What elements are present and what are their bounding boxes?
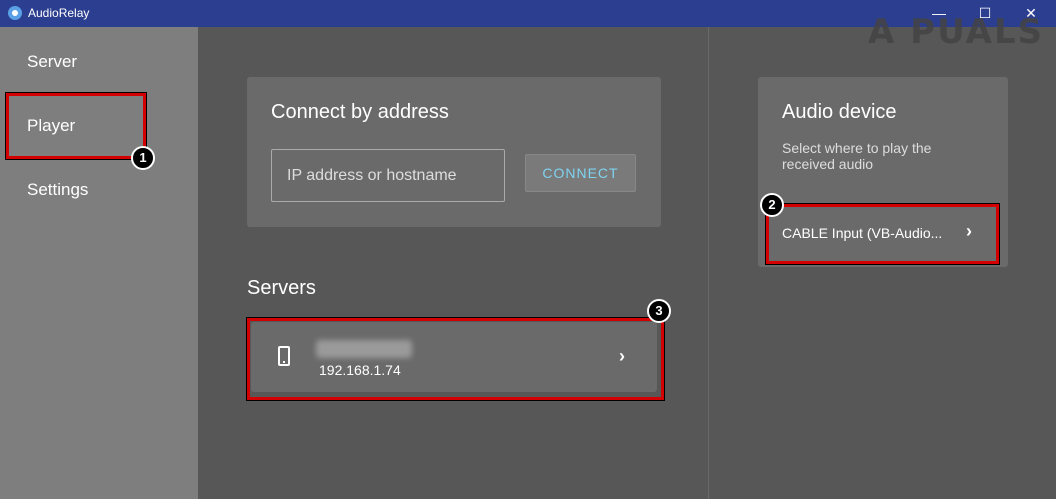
audio-card-title: Audio device <box>782 101 897 123</box>
ip-address-input[interactable] <box>271 149 505 202</box>
sidebar-item-server[interactable]: Server <box>27 52 77 72</box>
highlight-box-player <box>6 93 146 159</box>
app-logo-icon <box>8 6 22 20</box>
step-badge-2: 2 <box>760 193 784 217</box>
audio-card-description: Select where to play the received audio <box>782 140 932 172</box>
servers-title: Servers <box>247 277 316 299</box>
connect-card-title: Connect by address <box>271 101 449 123</box>
column-divider <box>708 27 709 499</box>
sidebar-item-settings[interactable]: Settings <box>27 180 88 200</box>
step-badge-3: 3 <box>647 299 671 323</box>
step-badge-1: 1 <box>131 146 155 170</box>
highlight-box-device <box>766 204 999 264</box>
sidebar: Server Player Settings <box>0 27 198 499</box>
connect-by-address-card: Connect by address CONNECT <box>247 77 661 227</box>
watermark-logo: A PUALS <box>868 12 1045 52</box>
connect-button[interactable]: CONNECT <box>525 154 636 192</box>
window-title: AudioRelay <box>28 6 90 20</box>
highlight-box-server <box>247 318 664 400</box>
